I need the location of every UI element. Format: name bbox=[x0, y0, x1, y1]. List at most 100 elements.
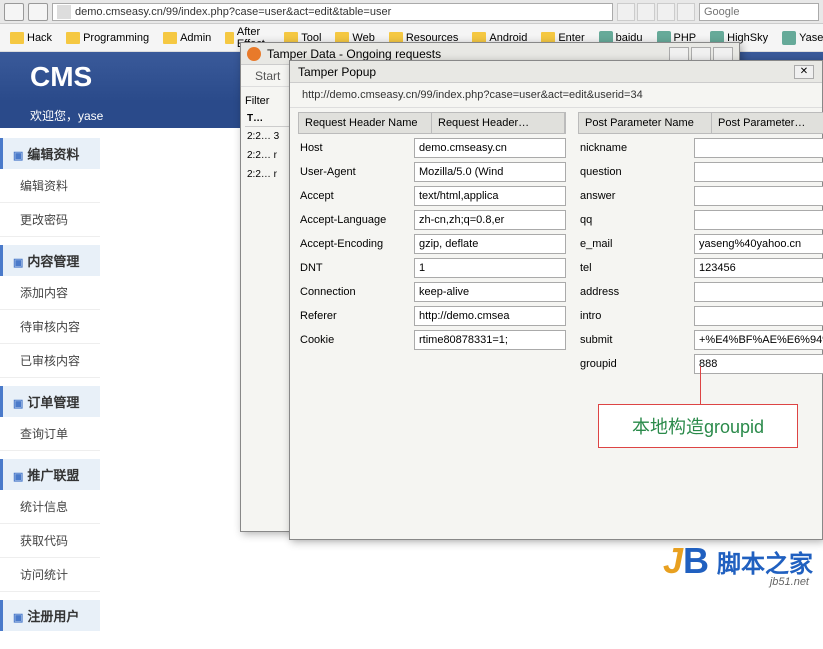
bookmark-hack[interactable]: Hack bbox=[6, 30, 56, 46]
sidebar-item[interactable]: 访问统计 bbox=[0, 558, 100, 592]
sidebar-item[interactable]: 编辑资料 bbox=[0, 169, 100, 203]
close-button[interactable] bbox=[713, 47, 733, 61]
post-param-row: qq bbox=[578, 210, 823, 230]
tamper-popup-titlebar[interactable]: Tamper Popup ✕ bbox=[290, 61, 822, 83]
expand-icon: ▣ bbox=[13, 612, 23, 624]
sidebar-item[interactable]: 添加内容 bbox=[0, 276, 100, 310]
header-name: Cookie bbox=[298, 334, 408, 346]
param-name: submit bbox=[578, 334, 688, 346]
sidebar-item[interactable]: 已审核内容 bbox=[0, 344, 100, 378]
header-value-input[interactable] bbox=[414, 186, 566, 206]
sidebar-group-head[interactable]: ▣内容管理 bbox=[0, 245, 100, 276]
folder-icon bbox=[66, 32, 80, 44]
header-value-input[interactable] bbox=[414, 282, 566, 302]
request-header-row: DNT bbox=[298, 258, 566, 278]
url-text: demo.cmseasy.cn/99/index.php?case=user&a… bbox=[75, 6, 391, 18]
param-name: qq bbox=[578, 214, 688, 226]
post-param-name-col[interactable]: Post Parameter Name bbox=[579, 113, 712, 133]
tamper-popup-url: http://demo.cmseasy.cn/99/index.php?case… bbox=[290, 83, 822, 108]
watermark-text: 脚本之家 bbox=[717, 544, 813, 579]
header-name: User-Agent bbox=[298, 166, 408, 178]
header-name: Referer bbox=[298, 310, 408, 322]
request-header-row: Connection bbox=[298, 282, 566, 302]
bookmark-label: Yaseng bbox=[799, 32, 823, 44]
menu-icon[interactable] bbox=[677, 3, 695, 21]
param-value-input[interactable] bbox=[694, 162, 823, 182]
maximize-button[interactable] bbox=[691, 47, 711, 61]
home-icon[interactable] bbox=[657, 3, 675, 21]
bookmark-yaseng[interactable]: Yaseng bbox=[778, 29, 823, 47]
start-button[interactable]: Start bbox=[249, 67, 286, 85]
sidebar: ▣编辑资料编辑资料更改密码 ▣内容管理添加内容待审核内容已审核内容 ▣订单管理查询订… bbox=[0, 128, 100, 649]
toolbar-icons bbox=[617, 3, 695, 21]
param-value-input[interactable] bbox=[694, 210, 823, 230]
header-value-input[interactable] bbox=[414, 234, 566, 254]
sidebar-group-head[interactable]: ▣注册用户 bbox=[0, 600, 100, 631]
post-param-row: intro bbox=[578, 306, 823, 326]
close-button[interactable]: ✕ bbox=[794, 65, 814, 79]
param-value-input[interactable] bbox=[694, 138, 823, 158]
bookmark-admin[interactable]: Admin bbox=[159, 30, 215, 46]
tamper-popup-window: Tamper Popup ✕ http://demo.cmseasy.cn/99… bbox=[289, 60, 823, 540]
req-header-value-col[interactable]: Request Header… bbox=[432, 113, 565, 133]
header-value-input[interactable] bbox=[414, 306, 566, 326]
annotation-callout: 本地构造groupid bbox=[598, 404, 798, 448]
request-header-row: Referer bbox=[298, 306, 566, 326]
header-name: Accept bbox=[298, 190, 408, 202]
search-input[interactable] bbox=[699, 3, 819, 21]
param-value-input[interactable] bbox=[694, 258, 823, 278]
post-param-row: submit bbox=[578, 330, 823, 350]
minimize-button[interactable] bbox=[669, 47, 689, 61]
param-value-input[interactable] bbox=[694, 306, 823, 326]
post-param-value-col[interactable]: Post Parameter… bbox=[712, 113, 823, 133]
post-param-row: answer bbox=[578, 186, 823, 206]
request-headers-header: Request Header Name Request Header… bbox=[298, 112, 566, 134]
header-value-input[interactable] bbox=[414, 162, 566, 182]
sidebar-item[interactable]: 统计信息 bbox=[0, 490, 100, 524]
header-value-input[interactable] bbox=[414, 210, 566, 230]
post-param-row: question bbox=[578, 162, 823, 182]
param-value-input[interactable] bbox=[694, 234, 823, 254]
post-params-header: Post Parameter Name Post Parameter… bbox=[578, 112, 823, 134]
header-name: Accept-Encoding bbox=[298, 238, 408, 250]
back-button[interactable] bbox=[4, 3, 24, 21]
param-value-input[interactable] bbox=[694, 282, 823, 302]
folder-icon bbox=[225, 32, 234, 44]
sidebar-group-head[interactable]: ▣订单管理 bbox=[0, 386, 100, 417]
req-header-name-col[interactable]: Request Header Name bbox=[299, 113, 432, 133]
forward-button[interactable] bbox=[28, 3, 48, 21]
sidebar-group-head[interactable]: ▣推广联盟 bbox=[0, 459, 100, 490]
watermark-logo: JB bbox=[663, 540, 709, 582]
reload-icon[interactable] bbox=[617, 3, 635, 21]
header-value-input[interactable] bbox=[414, 330, 566, 350]
bookmark-programming[interactable]: Programming bbox=[62, 30, 153, 46]
param-name: intro bbox=[578, 310, 688, 322]
sidebar-item[interactable]: 更改密码 bbox=[0, 203, 100, 237]
expand-icon: ▣ bbox=[13, 398, 23, 410]
param-value-input[interactable] bbox=[694, 354, 823, 374]
param-value-input[interactable] bbox=[694, 186, 823, 206]
stop-icon[interactable] bbox=[637, 3, 655, 21]
param-value-input[interactable] bbox=[694, 330, 823, 350]
expand-icon: ▣ bbox=[13, 150, 23, 162]
header-value-input[interactable] bbox=[414, 258, 566, 278]
sidebar-item[interactable]: 获取代码 bbox=[0, 524, 100, 558]
sidebar-item[interactable]: 查询订单 bbox=[0, 417, 100, 451]
tamper-popup-title: Tamper Popup bbox=[298, 65, 376, 79]
header-name: Accept-Language bbox=[298, 214, 408, 226]
cms-logo: CMS bbox=[30, 61, 92, 93]
annotation-line bbox=[700, 366, 701, 406]
post-params-column: Post Parameter Name Post Parameter… nick… bbox=[578, 112, 823, 378]
expand-icon: ▣ bbox=[13, 471, 23, 483]
welcome-text: 欢迎您，yase bbox=[30, 107, 103, 124]
request-header-row: Accept-Language bbox=[298, 210, 566, 230]
sidebar-item[interactable]: 待审核内容 bbox=[0, 310, 100, 344]
param-name: nickname bbox=[578, 142, 688, 154]
sidebar-group-head[interactable]: ▣编辑资料 bbox=[0, 138, 100, 169]
bookmark-label: Hack bbox=[27, 32, 52, 44]
header-value-input[interactable] bbox=[414, 138, 566, 158]
header-name: Host bbox=[298, 142, 408, 154]
url-bar[interactable]: demo.cmseasy.cn/99/index.php?case=user&a… bbox=[52, 3, 613, 21]
expand-icon: ▣ bbox=[13, 257, 23, 269]
bookmark-icon bbox=[782, 31, 796, 45]
